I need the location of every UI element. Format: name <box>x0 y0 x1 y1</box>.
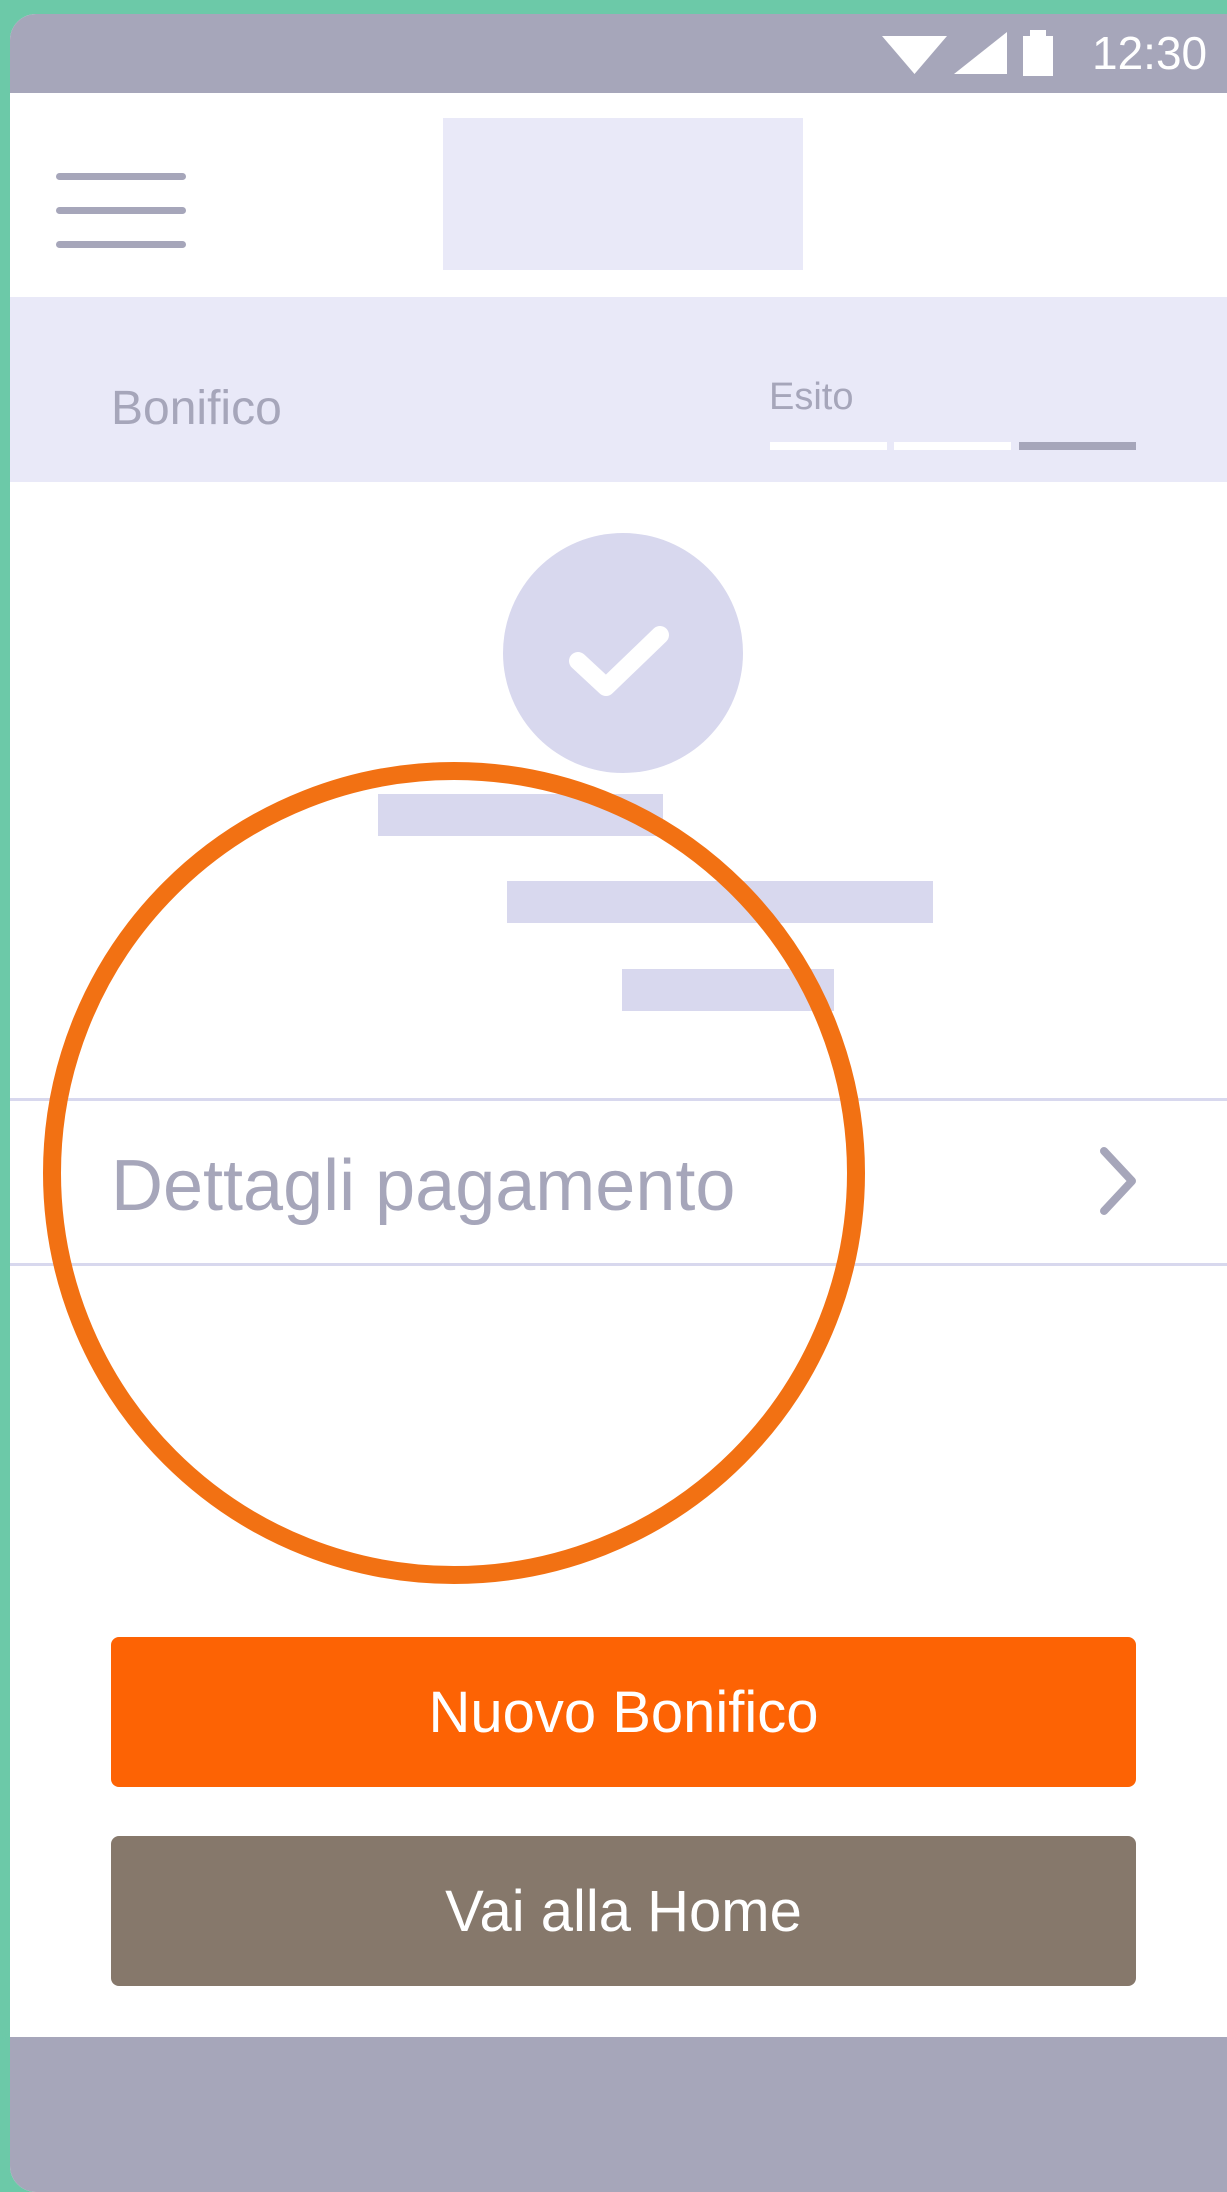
step-label: Esito <box>769 376 854 418</box>
flow-title: Bonifico <box>111 382 282 435</box>
payment-details-row[interactable]: Dettagli pagamento <box>10 1101 1227 1263</box>
new-transfer-button[interactable]: Nuovo Bonifico <box>111 1637 1136 1787</box>
payment-details-label: Dettagli pagamento <box>111 1146 736 1226</box>
battery-icon <box>1023 30 1053 76</box>
status-time: 12:30 <box>1092 27 1208 79</box>
chevron-right-icon <box>1100 1147 1136 1215</box>
progress-step-1 <box>770 442 887 450</box>
progress-header: Bonifico Esito <box>10 297 1227 482</box>
go-home-button[interactable]: Vai alla Home <box>111 1836 1136 1986</box>
progress-step-3-active <box>1019 442 1136 450</box>
menu-line <box>56 207 186 214</box>
navigation-bar <box>10 2037 1227 2192</box>
text-placeholder <box>622 969 834 1011</box>
text-placeholder <box>378 794 663 836</box>
phone-screen: 12:30 Bonifico Esito Dettagli pagamento … <box>10 14 1227 2192</box>
success-badge <box>503 533 743 773</box>
signal-icon <box>954 32 1007 74</box>
progress-step-2 <box>894 442 1011 450</box>
checkmark-icon <box>569 626 669 696</box>
wifi-icon <box>882 36 947 74</box>
divider <box>10 1263 1227 1266</box>
menu-line <box>56 173 186 180</box>
text-placeholder <box>507 881 933 923</box>
menu-line <box>56 241 186 248</box>
status-bar: 12:30 <box>10 14 1227 93</box>
hamburger-menu-icon[interactable] <box>56 173 190 257</box>
logo-placeholder <box>443 118 803 270</box>
app-bar <box>10 93 1227 311</box>
